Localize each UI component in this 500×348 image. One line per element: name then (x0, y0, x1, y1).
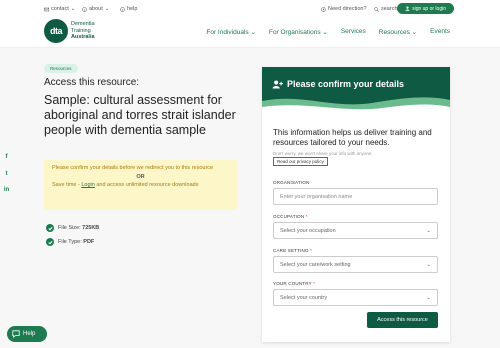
signup-label: sign up or login (412, 5, 446, 12)
access-title: Access this resource: (44, 77, 140, 88)
nav-for-organisations[interactable]: For Organisations ⌄ (269, 28, 328, 36)
contact-link[interactable]: contact ⌄ (44, 6, 75, 12)
help-label: help (127, 6, 138, 12)
nav-label: For Individuals (206, 29, 249, 36)
user-icon (405, 6, 410, 11)
notice-save-line: Save time - Login and access unlimited r… (52, 182, 229, 190)
file-type-label: File Type: (58, 239, 84, 245)
help-link[interactable]: help (120, 6, 137, 12)
occupation-label-text: OCCUPATION (273, 214, 305, 219)
card-header-wave (262, 67, 450, 112)
notice-save-prefix: Save time - (52, 182, 82, 188)
logo-text: Dementia Training Australia (71, 21, 95, 41)
required-mark: * (310, 248, 313, 253)
nav-resources[interactable]: Resources ⌄ (379, 28, 417, 36)
file-type-value: PDF (83, 239, 95, 245)
main-nav: For Individuals ⌄ For Organisations ⌄ Se… (206, 28, 450, 36)
privacy-policy-button[interactable]: Read our privacy policy (273, 157, 328, 166)
organisation-label: ORGANISATION (273, 180, 310, 185)
chevron-down-icon: ⌄ (250, 29, 256, 36)
chat-icon (12, 330, 20, 338)
care-value: Select your care/work setting (280, 261, 351, 268)
site-header: dta Dementia Training Australia For Indi… (0, 18, 500, 48)
facebook-icon[interactable]: f (3, 153, 10, 160)
confirm-details-card: Please confirm your details This informa… (262, 67, 450, 342)
required-mark: * (313, 281, 316, 286)
care-setting-select[interactable]: Select your care/work setting ⌄ (273, 256, 438, 273)
chevron-down-icon: ⌄ (322, 29, 328, 36)
nav-events[interactable]: Events (430, 28, 450, 36)
search-label: search (381, 6, 398, 12)
notice-or: OR (136, 173, 145, 180)
chevron-down-icon: ⌄ (70, 6, 76, 12)
notice-line-1: Please confirm your details before we re… (52, 165, 214, 171)
nav-label: For Organisations (268, 29, 321, 36)
add-user-icon (272, 79, 283, 89)
logo-line-1: Dementia (71, 21, 95, 28)
form-intro: This information helps us deliver traini… (273, 128, 432, 147)
compass-icon (321, 6, 326, 12)
info-icon (120, 6, 125, 12)
top-utility-bar: contact ⌄ about ⌄ help Need direction? s… (0, 0, 500, 18)
card-header: Please confirm your details (262, 67, 450, 112)
required-mark: * (305, 214, 308, 219)
chevron-down-icon: ⌄ (104, 6, 110, 12)
check-icon (46, 224, 54, 232)
contact-label: contact (51, 6, 69, 12)
privacy-note: Don't worry, we won't share your info wi… (273, 151, 373, 156)
notice-login-link[interactable]: Login (81, 182, 94, 188)
file-size: File Size: 725KB (46, 224, 99, 232)
chevron-down-icon: ⌄ (411, 29, 418, 36)
search-icon (374, 6, 379, 12)
help-button[interactable]: Help (7, 326, 47, 342)
about-link[interactable]: about ⌄ (82, 6, 109, 12)
file-size-value: 725KB (82, 225, 100, 231)
confirm-notice: Please confirm your details before we re… (44, 160, 237, 210)
country-label-text: YOUR COUNTRY (273, 281, 312, 286)
info-icon (82, 6, 87, 12)
site-logo[interactable]: dta Dementia Training Australia (44, 19, 95, 43)
care-label-text: CARE SETTING (273, 248, 309, 253)
help-button-label: Help (23, 331, 36, 337)
resource-title: Sample: cultural assessment for aborigin… (44, 93, 236, 137)
logo-line-3: Australia (71, 34, 95, 41)
need-direction-label: Need direction? (328, 6, 367, 12)
country-select[interactable]: Select your country ⌄ (273, 289, 438, 306)
organisation-input[interactable] (273, 188, 438, 205)
nav-for-individuals[interactable]: For Individuals ⌄ (206, 28, 256, 36)
occupation-value: Select your occupation (280, 227, 336, 234)
check-icon (46, 238, 54, 246)
logo-mark: dta (44, 19, 68, 43)
nav-label: Resources (378, 29, 410, 36)
country-value: Select your country (280, 294, 328, 301)
need-direction-link[interactable]: Need direction? (321, 6, 367, 12)
about-label: about (89, 6, 103, 12)
occupation-label: OCCUPATION * (273, 214, 308, 219)
file-size-label: File Size: (58, 225, 83, 231)
nav-services[interactable]: Services (341, 28, 366, 36)
card-title: Please confirm your details (272, 79, 404, 89)
mail-icon (44, 7, 49, 11)
care-setting-label: CARE SETTING * (273, 248, 312, 253)
signup-login-button[interactable]: sign up or login (397, 3, 454, 14)
resources-pill[interactable]: Resources (44, 64, 78, 73)
occupation-select[interactable]: Select your occupation ⌄ (273, 222, 438, 239)
file-type: File Type: PDF (46, 238, 94, 246)
search-link[interactable]: search (374, 6, 398, 12)
chevron-down-icon: ⌄ (426, 294, 431, 301)
country-label: YOUR COUNTRY * (273, 281, 315, 286)
linkedin-icon[interactable]: in (3, 186, 10, 193)
chevron-down-icon: ⌄ (426, 227, 431, 234)
chevron-down-icon: ⌄ (426, 261, 431, 268)
twitter-icon[interactable]: t (3, 170, 10, 177)
notice-save-suffix: and access unlimited resource downloads (94, 182, 199, 188)
card-title-text: Please confirm your details (287, 79, 405, 89)
access-resource-button[interactable]: Access this resource (367, 312, 438, 328)
